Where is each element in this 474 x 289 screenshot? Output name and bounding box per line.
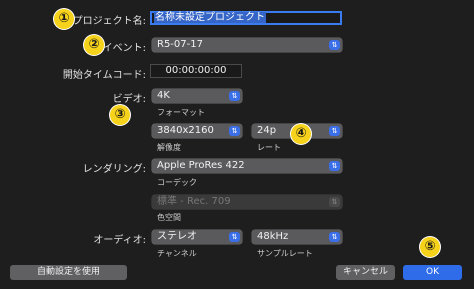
project-name-value: 名称未設定プロジェクト bbox=[154, 12, 266, 23]
chevron-updown-icon: ⇅ bbox=[229, 126, 240, 136]
cancel-button[interactable]: キャンセル bbox=[336, 265, 395, 280]
ok-button[interactable]: OK bbox=[403, 265, 462, 280]
chevron-updown-icon: ⇅ bbox=[329, 232, 340, 242]
video-resolution-value: 3840x2160 bbox=[157, 125, 214, 136]
chevron-updown-icon: ⇅ bbox=[229, 91, 240, 101]
codec-popup[interactable]: Apple ProRes 422 ⇅ bbox=[152, 159, 342, 173]
chevron-updown-icon: ⇅ bbox=[329, 40, 340, 50]
event-value: R5-07-17 bbox=[157, 39, 203, 50]
video-format-caption: フォーマット bbox=[157, 108, 205, 117]
audio-channels-caption: チャンネル bbox=[157, 249, 197, 258]
video-format-value: 4K bbox=[157, 90, 170, 101]
video-resolution-caption: 解像度 bbox=[157, 143, 181, 152]
annotation-badge-4: ④ bbox=[291, 124, 311, 144]
codec-caption: コーデック bbox=[157, 178, 197, 187]
annotation-badge-5: ⑤ bbox=[420, 237, 440, 257]
audio-channels-popup[interactable]: ステレオ ⇅ bbox=[152, 230, 242, 244]
video-rate-caption: レート bbox=[257, 143, 281, 152]
colorspace-popup: 標準 - Rec. 709 ⇅ bbox=[152, 195, 342, 209]
video-resolution-popup[interactable]: 3840x2160 ⇅ bbox=[152, 124, 242, 138]
event-popup[interactable]: R5-07-17 ⇅ bbox=[152, 38, 342, 52]
audio-samplerate-popup[interactable]: 48kHz ⇅ bbox=[252, 230, 342, 244]
annotation-badge-3: ③ bbox=[110, 105, 130, 125]
use-automatic-settings-button[interactable]: 自動設定を使用 bbox=[10, 265, 127, 280]
chevron-updown-icon: ⇅ bbox=[329, 197, 340, 207]
video-rate-value: 24p bbox=[257, 125, 277, 136]
chevron-updown-icon: ⇅ bbox=[329, 126, 340, 136]
audio-label: オーディオ: bbox=[93, 235, 146, 246]
timecode-field[interactable]: 00:00:00:00 bbox=[150, 64, 242, 78]
chevron-updown-icon: ⇅ bbox=[229, 232, 240, 242]
annotation-badge-2: ② bbox=[84, 35, 104, 55]
audio-samplerate-caption: サンプルレート bbox=[257, 249, 313, 258]
colorspace-value: 標準 - Rec. 709 bbox=[157, 196, 231, 207]
rendering-label: レンダリング: bbox=[82, 164, 146, 175]
audio-channels-value: ステレオ bbox=[157, 231, 197, 242]
timecode-label: 開始タイムコード: bbox=[62, 70, 146, 81]
chevron-updown-icon: ⇅ bbox=[329, 161, 340, 171]
video-format-popup[interactable]: 4K ⇅ bbox=[152, 89, 242, 103]
project-name-field[interactable]: 名称未設定プロジェクト bbox=[150, 11, 342, 25]
annotation-badge-1: ① bbox=[54, 9, 74, 29]
video-label: ビデオ: bbox=[112, 94, 146, 105]
codec-value: Apple ProRes 422 bbox=[157, 160, 245, 171]
audio-samplerate-value: 48kHz bbox=[257, 231, 289, 242]
colorspace-caption: 色空間 bbox=[157, 213, 181, 222]
